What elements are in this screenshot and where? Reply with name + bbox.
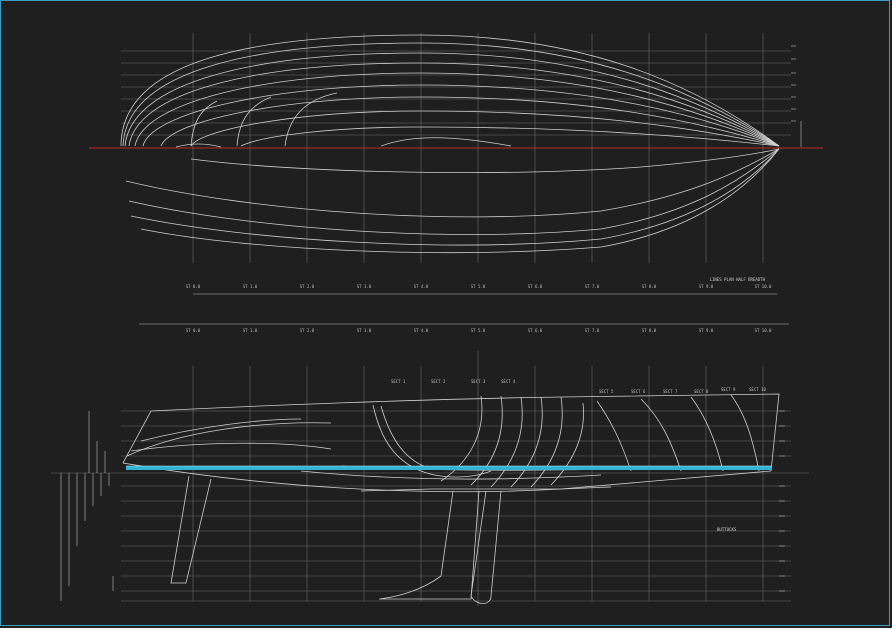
profile-section-labels: SECT 1 SECT 2 SECT 3 SECT 4 SECT 5 SECT … [391, 379, 766, 532]
station-bar-label: ST 6.0 [528, 328, 543, 333]
profile-section-label: SECT 3 [471, 379, 486, 384]
profile-section-label: SECT 8 [694, 389, 709, 394]
profile-section-label: SECT 6 [631, 389, 646, 394]
station-bar-label: ST 0.0 [186, 328, 201, 333]
plan-station-label: ST 4.0 [414, 284, 429, 289]
profile-section-label: SECT 9 [721, 387, 736, 392]
plan-station-label: ST 6.0 [528, 284, 543, 289]
station-bar-label: ST 2.0 [300, 328, 315, 333]
plan-station-label: ST 2.0 [300, 284, 315, 289]
plan-station-label: ST 3.0 [357, 284, 372, 289]
plan-station-label: ST 0.0 [186, 284, 201, 289]
profile-section-label: SECT 2 [431, 379, 446, 384]
plan-station-label: ST 9.0 [699, 284, 714, 289]
station-bar: ST 0.0 ST 1.0 ST 2.0 ST 3.0 ST 4.0 ST 5.… [139, 323, 789, 333]
plan-station-label: ST 5.0 [471, 284, 486, 289]
plan-station-labels: ST 0.0 ST 1.0 ST 2.0 ST 3.0 ST 4.0 ST 5.… [186, 277, 772, 289]
profile-section-label: SECT 4 [501, 379, 516, 384]
station-bar-label: ST 7.0 [585, 328, 600, 333]
station-bar-label: ST 8.0 [642, 328, 657, 333]
station-bar-label: ST 5.0 [471, 328, 486, 333]
station-bar-label: ST 3.0 [357, 328, 372, 333]
profile-section-label: SECT 7 [663, 389, 678, 394]
profile-right-ticks [779, 410, 785, 592]
profile-left-dimensions [60, 411, 114, 601]
plan-station-label: ST 1.0 [243, 284, 258, 289]
profile-section-label: SECT 10 [749, 387, 766, 392]
plan-view: ST 0.0 ST 1.0 ST 2.0 ST 3.0 ST 4.0 ST 5.… [89, 33, 823, 295]
lines-plan-drawing: ST 0.0 ST 1.0 ST 2.0 ST 3.0 ST 4.0 ST 5.… [51, 33, 823, 606]
plan-station-label: ST 7.0 [585, 284, 600, 289]
station-bar-label: ST 9.0 [699, 328, 714, 333]
profile-view: SECT 1 SECT 2 SECT 3 SECT 4 SECT 5 SECT … [51, 351, 809, 606]
station-bar-label: ST 10.0 [755, 328, 772, 333]
plan-station-label: ST 10.0 [755, 284, 772, 289]
profile-section-label: SECT 1 [391, 379, 406, 384]
station-bar-label: ST 1.0 [243, 328, 258, 333]
profile-section-label: SECT 5 [599, 389, 614, 394]
plan-right-dimensions [791, 45, 802, 147]
plan-half-breadth-lines [120, 34, 780, 253]
plan-station-label: ST 8.0 [642, 284, 657, 289]
plan-scale-note: LINES PLAN HALF BREADTH [710, 277, 766, 282]
profile-hull-outline [122, 393, 780, 604]
profile-note: BUTTOCKS [717, 527, 737, 532]
drawing-frame: ST 0.0 ST 1.0 ST 2.0 ST 3.0 ST 4.0 ST 5.… [0, 0, 890, 626]
station-bar-label: ST 4.0 [414, 328, 429, 333]
